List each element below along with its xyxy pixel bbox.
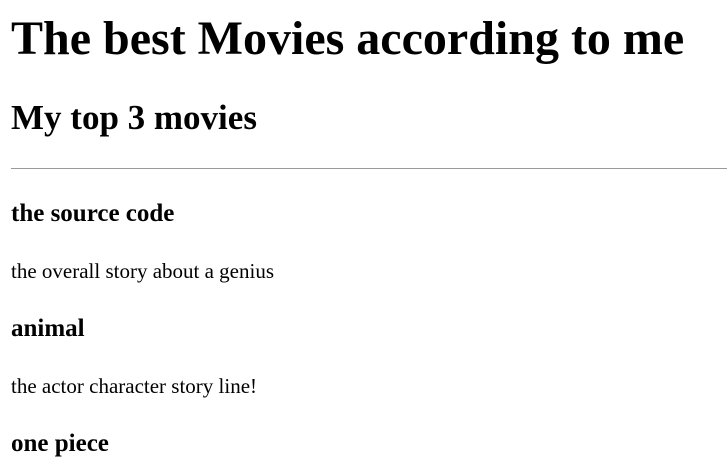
page-content: The best Movies according to me My top 3… bbox=[11, 0, 727, 467]
section-title: My top 3 movies bbox=[11, 98, 257, 137]
section-divider bbox=[11, 168, 727, 169]
page-title: The best Movies according to me bbox=[11, 12, 685, 65]
movie-title-2: animal bbox=[11, 315, 85, 342]
movie-description-1: the overall story about a genius bbox=[11, 259, 275, 283]
movie-description-2: the actor character story line! bbox=[11, 374, 258, 398]
movie-title-3: one piece bbox=[11, 430, 109, 457]
movie-title-1: the source code bbox=[11, 200, 175, 227]
